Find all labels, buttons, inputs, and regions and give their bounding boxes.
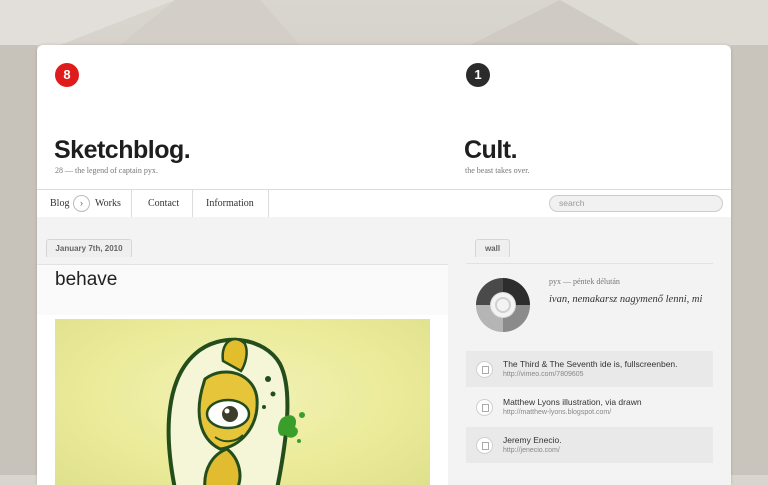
nav-item-contact[interactable]: Contact — [148, 190, 179, 217]
nav-divider — [192, 190, 193, 217]
search-input[interactable]: search — [549, 195, 723, 212]
wall-post-quote: ivan, nemakarsz nagymenő lenni, mi — [549, 294, 703, 305]
nav-divider — [268, 190, 269, 217]
site-title-sketchblog[interactable]: Sketchblog. — [54, 136, 191, 165]
wall-post-meta: pyx — péntek délután — [549, 277, 620, 286]
site-subtitle-sketchblog: 28 — the legend of captain pyx. — [55, 166, 158, 175]
main-card: 8 1 Sketchblog. 28 — the legend of capta… — [37, 45, 731, 485]
link-title[interactable]: The Third & The Seventh ide is, fullscre… — [503, 359, 678, 369]
wall-avatar-icon[interactable] — [474, 276, 532, 334]
site-title-cult[interactable]: Cult. — [464, 136, 518, 165]
page-icon — [476, 399, 493, 416]
site-subtitle-cult: the beast takes over. — [465, 166, 530, 175]
notification-badge-sketchblog[interactable]: 8 — [55, 63, 79, 87]
post-illustration[interactable] — [55, 319, 430, 485]
link-title[interactable]: Matthew Lyons illustration, via drawn — [503, 397, 642, 407]
post-title[interactable]: behave — [55, 269, 117, 291]
nav-item-information[interactable]: Information — [206, 190, 254, 217]
link-url[interactable]: http://matthew-lyons.blogspot.com/ — [503, 409, 611, 416]
nav-item-works[interactable]: Works — [95, 190, 121, 217]
list-item[interactable]: The Third & The Seventh ide is, fullscre… — [466, 351, 713, 387]
post-date-tab: January 7th, 2010 — [46, 239, 132, 257]
main-navigation: Blog › Works Contact Information search — [37, 189, 731, 218]
link-url[interactable]: http://vimeo.com/7809605 — [503, 371, 584, 378]
page-icon — [476, 437, 493, 454]
list-item[interactable]: Matthew Lyons illustration, via drawn ht… — [466, 389, 713, 425]
nav-divider — [131, 190, 132, 217]
nav-item-blog[interactable]: Blog — [50, 190, 69, 217]
wall-tab[interactable]: wall — [475, 239, 510, 257]
page-icon — [476, 361, 493, 378]
notification-badge-cult[interactable]: 1 — [466, 63, 490, 87]
list-item[interactable]: Jeremy Enecio. http://jenecio.com/ — [466, 427, 713, 463]
link-title[interactable]: Jeremy Enecio. — [503, 435, 562, 445]
chevron-right-icon[interactable]: › — [73, 195, 90, 212]
link-url[interactable]: http://jenecio.com/ — [503, 447, 560, 454]
